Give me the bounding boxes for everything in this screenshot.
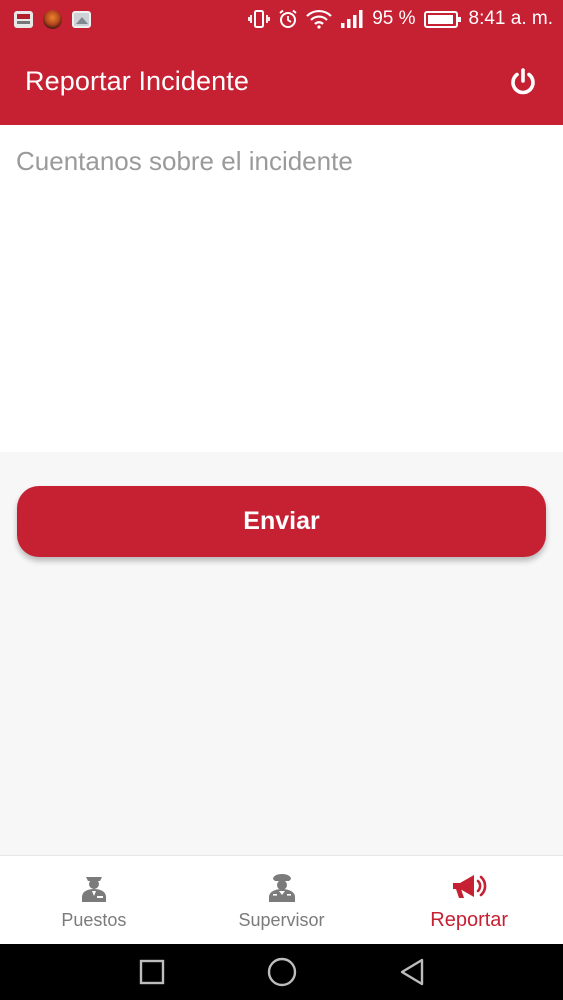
home-button[interactable] <box>266 956 298 988</box>
system-status: 95 % 8:41 a. m. <box>248 8 553 30</box>
clock: 8:41 a. m. <box>468 8 554 29</box>
notification-icons <box>14 9 91 29</box>
incident-description-input[interactable] <box>0 125 563 452</box>
signal-icon <box>340 9 364 29</box>
nav-item-puestos[interactable]: Puestos <box>0 856 188 944</box>
wifi-icon <box>306 9 332 29</box>
nav-label-puestos: Puestos <box>61 910 127 930</box>
power-icon <box>511 67 535 94</box>
gallery-notification-icon <box>72 10 91 28</box>
recents-button[interactable] <box>136 956 168 988</box>
app-notification-icon <box>43 9 62 29</box>
app-bar: Reportar Incidente <box>0 38 563 125</box>
battery-percent: 95 % <box>372 8 416 29</box>
back-button[interactable] <box>396 956 428 988</box>
home-icon <box>267 957 296 987</box>
send-button[interactable]: Enviar <box>17 486 546 557</box>
nav-label-reportar: Reportar <box>430 909 509 931</box>
security-guard-icon <box>77 870 111 904</box>
nav-item-supervisor[interactable]: Supervisor <box>188 856 376 944</box>
vibrate-icon <box>248 9 271 29</box>
alarm-icon <box>278 9 298 29</box>
bottom-navigation: Puestos Supervisor Reportar <box>0 855 563 944</box>
nav-item-reportar[interactable]: Reportar <box>375 856 563 944</box>
nav-label-supervisor: Supervisor <box>238 910 325 930</box>
back-icon <box>400 958 423 986</box>
megaphone-icon <box>449 870 489 904</box>
supervisor-icon <box>265 870 299 904</box>
recents-icon <box>139 959 164 985</box>
system-navigation-bar <box>0 944 563 1000</box>
battery-icon <box>423 10 461 28</box>
page-title: Reportar Incidente <box>25 66 249 96</box>
logout-button[interactable] <box>507 66 539 98</box>
news-app-icon <box>14 10 33 28</box>
incident-input-container <box>0 125 563 452</box>
status-bar: 95 % 8:41 a. m. <box>0 0 563 38</box>
